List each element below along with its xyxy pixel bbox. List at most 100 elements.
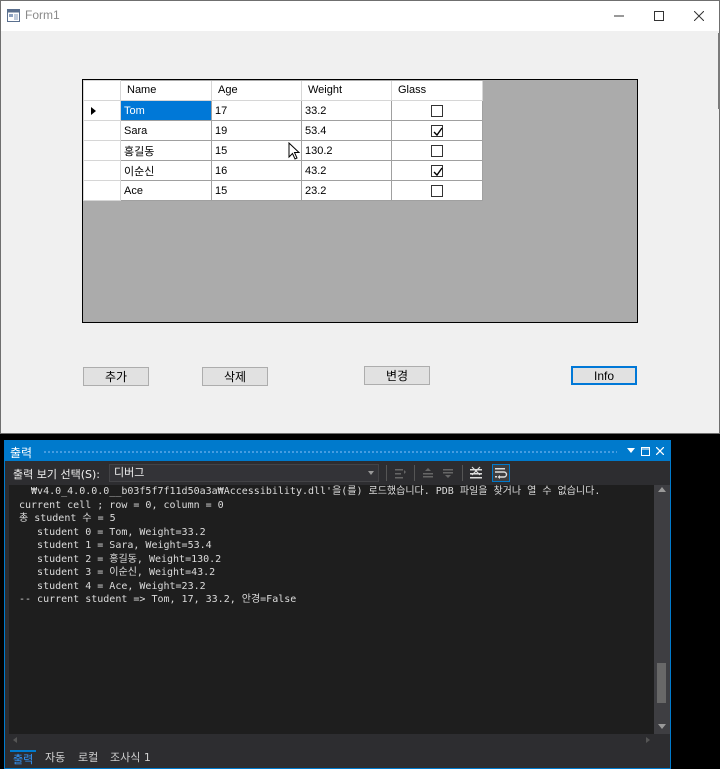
title-bar[interactable]: Form1	[1, 1, 719, 31]
previous-message-button[interactable]	[419, 464, 437, 482]
cell-name[interactable]: Ace	[120, 180, 212, 201]
output-source-value: 디버그	[114, 466, 145, 479]
cell-glass[interactable]	[391, 120, 483, 141]
delete-button[interactable]: 삭제	[202, 367, 268, 386]
toolbar-separator	[414, 465, 415, 481]
output-line: -- current student => Tom, 17, 33.2, 안경=…	[19, 594, 297, 605]
cell-glass[interactable]	[391, 180, 483, 201]
maximize-icon	[654, 11, 664, 21]
table-row: 홍길동 15 130.2	[83, 140, 483, 161]
column-header-age[interactable]: Age	[211, 80, 302, 101]
output-tab-strip: 출력 자동 로컬 조사식 1	[5, 748, 670, 768]
cell-age[interactable]: 19	[211, 120, 302, 141]
cell-weight[interactable]: 33.2	[301, 100, 392, 121]
output-text-area[interactable]: ₩v4.0_4.0.0.0__b03f5f7f11d50a3a₩Accessib…	[9, 485, 654, 734]
word-wrap-toggle[interactable]	[492, 464, 510, 482]
output-title-bar[interactable]: 출력	[5, 441, 670, 461]
column-header-name[interactable]: Name	[120, 80, 212, 101]
scroll-down-icon[interactable]	[658, 724, 666, 729]
chevron-down-icon	[627, 448, 635, 453]
scroll-left-icon[interactable]	[13, 737, 17, 743]
row-header[interactable]	[83, 100, 121, 121]
info-button[interactable]: Info	[571, 366, 637, 385]
maximize-button[interactable]	[638, 1, 680, 31]
cell-name[interactable]: Tom	[120, 100, 212, 121]
close-icon	[656, 447, 664, 455]
cell-age[interactable]: 17	[211, 100, 302, 121]
window-title: Form1	[25, 8, 60, 22]
show-output-from-label: 출력 보기 선택(S):	[13, 468, 100, 481]
checkmark-icon	[433, 127, 443, 136]
maximize-panel-button[interactable]	[638, 443, 652, 459]
cell-glass[interactable]	[391, 140, 483, 161]
row-header[interactable]	[83, 160, 121, 181]
minimize-icon	[614, 15, 624, 17]
tab-locals[interactable]: 로컬	[75, 750, 101, 768]
glass-checkbox[interactable]	[431, 184, 443, 197]
find-message-button[interactable]	[391, 464, 409, 482]
tab-watch-1[interactable]: 조사식 1	[107, 750, 154, 768]
minimize-button[interactable]	[598, 1, 640, 31]
glass-checkbox[interactable]	[431, 124, 443, 137]
output-line: 총 student 수 = 5	[19, 513, 116, 524]
header-row: Name Age Weight Glass	[83, 80, 483, 101]
next-message-button[interactable]	[439, 464, 457, 482]
cell-name[interactable]: 홍길동	[120, 140, 212, 161]
table-row: Sara 19 53.4	[83, 120, 483, 141]
glass-checkbox[interactable]	[431, 144, 443, 157]
cell-name[interactable]: 이순신	[120, 160, 212, 181]
output-panel: 출력 출력 보기 선택(S): 디버그 ₩v4.0_4.0.0.0__b03f5…	[4, 440, 671, 769]
app-icon	[7, 9, 20, 22]
row-header[interactable]	[83, 120, 121, 141]
scroll-up-icon[interactable]	[658, 487, 666, 492]
cell-weight[interactable]: 53.4	[301, 120, 392, 141]
toolbar-separator	[462, 465, 463, 481]
previous-message-icon	[423, 468, 433, 478]
clear-all-button[interactable]	[467, 464, 485, 482]
cell-glass[interactable]	[391, 160, 483, 181]
output-line: current cell ; row = 0, column = 0	[19, 499, 224, 511]
tab-autos[interactable]: 자동	[42, 750, 68, 768]
output-line: student 2 = 홍길동, Weight=130.2	[19, 553, 222, 565]
cell-age[interactable]: 16	[211, 160, 302, 181]
close-panel-button[interactable]	[653, 443, 667, 459]
cell-weight[interactable]: 23.2	[301, 180, 392, 201]
column-header-weight[interactable]: Weight	[301, 80, 392, 101]
close-button[interactable]	[678, 1, 720, 31]
output-source-dropdown[interactable]: 디버그	[109, 464, 379, 482]
glass-checkbox[interactable]	[431, 104, 443, 117]
output-line: student 1 = Sara, Weight=53.4	[19, 540, 212, 551]
close-icon	[694, 11, 704, 21]
cell-glass[interactable]	[391, 100, 483, 121]
table-row: Tom 17 33.2	[83, 100, 483, 121]
mouse-cursor-icon	[288, 142, 300, 160]
change-button[interactable]: 변경	[364, 366, 430, 385]
cell-name[interactable]: Sara	[120, 120, 212, 141]
cell-weight[interactable]: 43.2	[301, 160, 392, 181]
window-position-button[interactable]	[624, 443, 638, 459]
toolbar-separator	[386, 465, 387, 481]
word-wrap-icon	[495, 468, 508, 479]
drag-grip[interactable]	[43, 450, 617, 454]
row-header[interactable]	[83, 140, 121, 161]
row-header[interactable]	[83, 180, 121, 201]
scroll-right-icon[interactable]	[646, 737, 650, 743]
glass-checkbox[interactable]	[431, 164, 443, 177]
tab-output[interactable]: 출력	[10, 750, 37, 768]
horizontal-scrollbar[interactable]	[9, 734, 654, 746]
scroll-thumb[interactable]	[657, 663, 666, 703]
add-button[interactable]: 추가	[83, 367, 149, 386]
column-header-glass[interactable]: Glass	[391, 80, 483, 101]
clear-all-icon	[470, 466, 482, 479]
form-window: Form1 Name Age Weight Glass Tom 17 33.2	[0, 0, 720, 434]
next-message-icon	[443, 469, 453, 478]
find-message-icon	[395, 469, 406, 479]
maximize-icon	[640, 446, 650, 456]
output-line: student 0 = Tom, Weight=33.2	[19, 526, 206, 538]
current-row-arrow-icon	[91, 107, 96, 115]
corner-header[interactable]	[83, 80, 121, 101]
cell-weight[interactable]: 130.2	[301, 140, 392, 161]
cell-age[interactable]: 15	[211, 180, 302, 201]
vertical-scrollbar[interactable]	[654, 485, 670, 734]
data-grid[interactable]: Name Age Weight Glass Tom 17 33.2 Sara 1…	[82, 79, 638, 323]
